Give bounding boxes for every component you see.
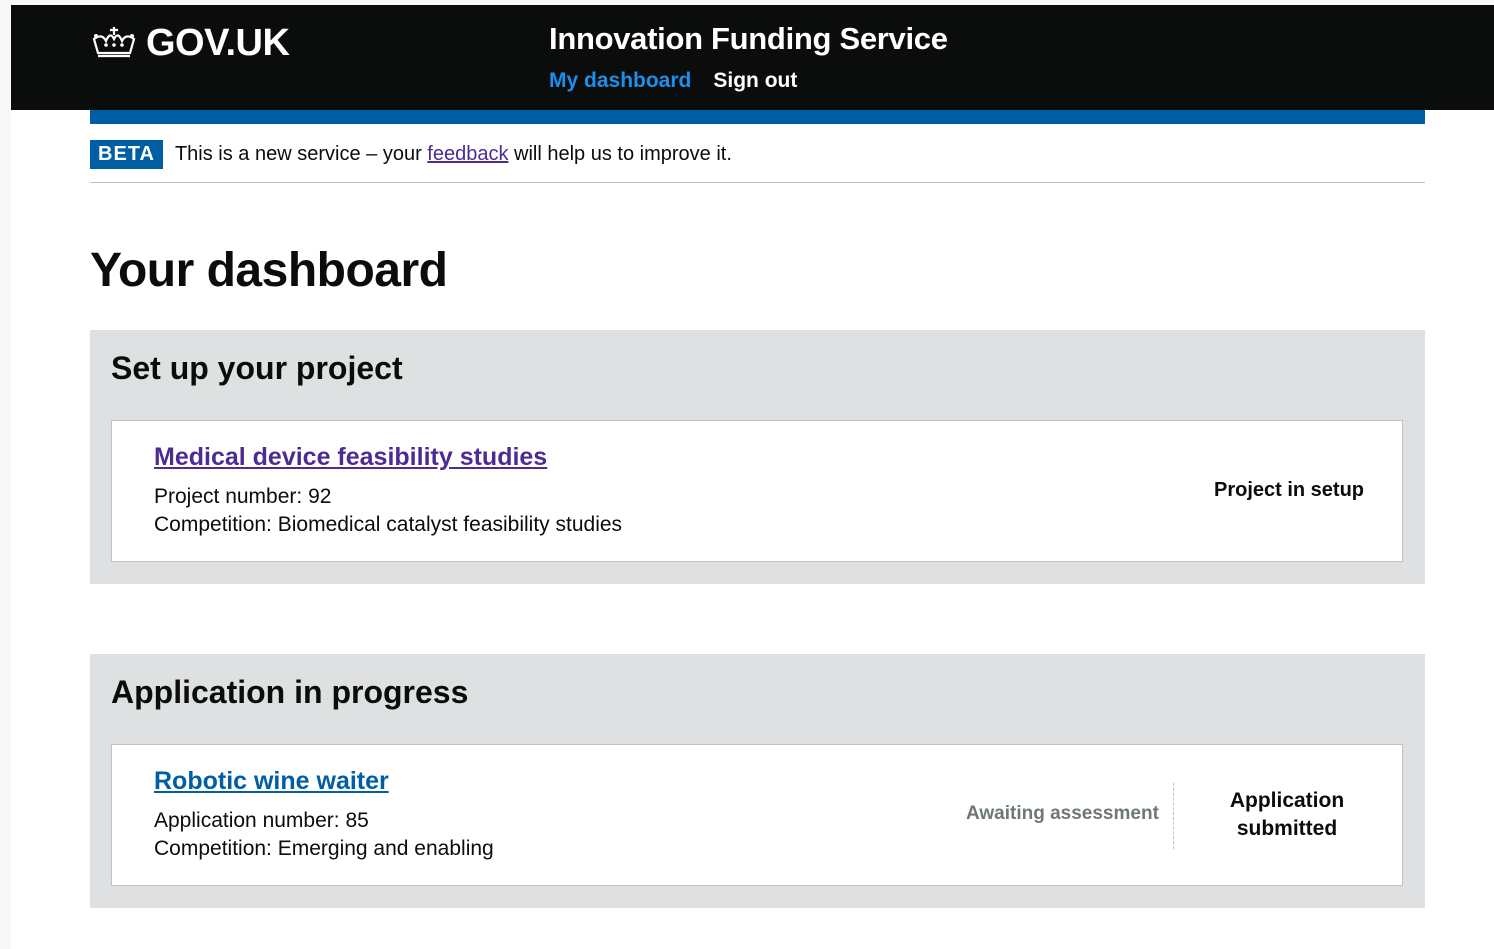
crown-icon <box>90 25 138 61</box>
project-card: Medical device feasibility studies Proje… <box>111 420 1403 562</box>
beta-tag: BETA <box>90 139 163 169</box>
setup-project-panel: Set up your project Medical device feasi… <box>90 330 1425 584</box>
application-progress-heading: Application in progress <box>111 674 469 710</box>
application-card: Robotic wine waiter Application number: … <box>111 744 1403 886</box>
status-divider <box>1173 783 1174 849</box>
header-nav: My dashboard Sign out <box>549 69 797 93</box>
page-title: Your dashboard <box>90 244 448 297</box>
application-status-line-1: Application <box>1229 789 1345 812</box>
project-status: Project in setup <box>1213 479 1365 501</box>
project-number: Project number: 92 <box>154 485 332 508</box>
service-name[interactable]: Innovation Funding Service <box>549 21 948 57</box>
application-status: Application submitted <box>1212 787 1362 843</box>
application-title-link[interactable]: Robotic wine waiter <box>154 767 389 796</box>
application-competition: Competition: Emerging and enabling <box>154 837 494 860</box>
govuk-logo-link[interactable]: GOV.UK <box>90 21 290 64</box>
nav-my-dashboard-link[interactable]: My dashboard <box>549 69 691 93</box>
beta-divider <box>90 182 1425 183</box>
application-status-line-2: submitted <box>1236 817 1338 840</box>
page: GOV.UK Innovation Funding Service My das… <box>11 5 1494 949</box>
setup-project-heading: Set up your project <box>111 350 403 386</box>
assessment-status: Awaiting assessment <box>966 803 1159 824</box>
header-accent-bar <box>90 110 1425 124</box>
beta-banner: BETA This is a new service – your feedba… <box>90 138 732 170</box>
project-title-link[interactable]: Medical device feasibility studies <box>154 443 547 472</box>
application-number: Application number: 85 <box>154 809 369 832</box>
feedback-link[interactable]: feedback <box>427 143 508 166</box>
application-progress-panel: Application in progress Robotic wine wai… <box>90 654 1425 908</box>
logo-text: GOV.UK <box>146 21 290 64</box>
site-header: GOV.UK Innovation Funding Service My das… <box>11 5 1494 110</box>
nav-sign-out-link[interactable]: Sign out <box>713 69 797 93</box>
beta-text-before: This is a new service – your <box>174 142 422 165</box>
beta-text-after: will help us to improve it. <box>514 142 732 165</box>
project-competition: Competition: Biomedical catalyst feasibi… <box>154 513 623 536</box>
